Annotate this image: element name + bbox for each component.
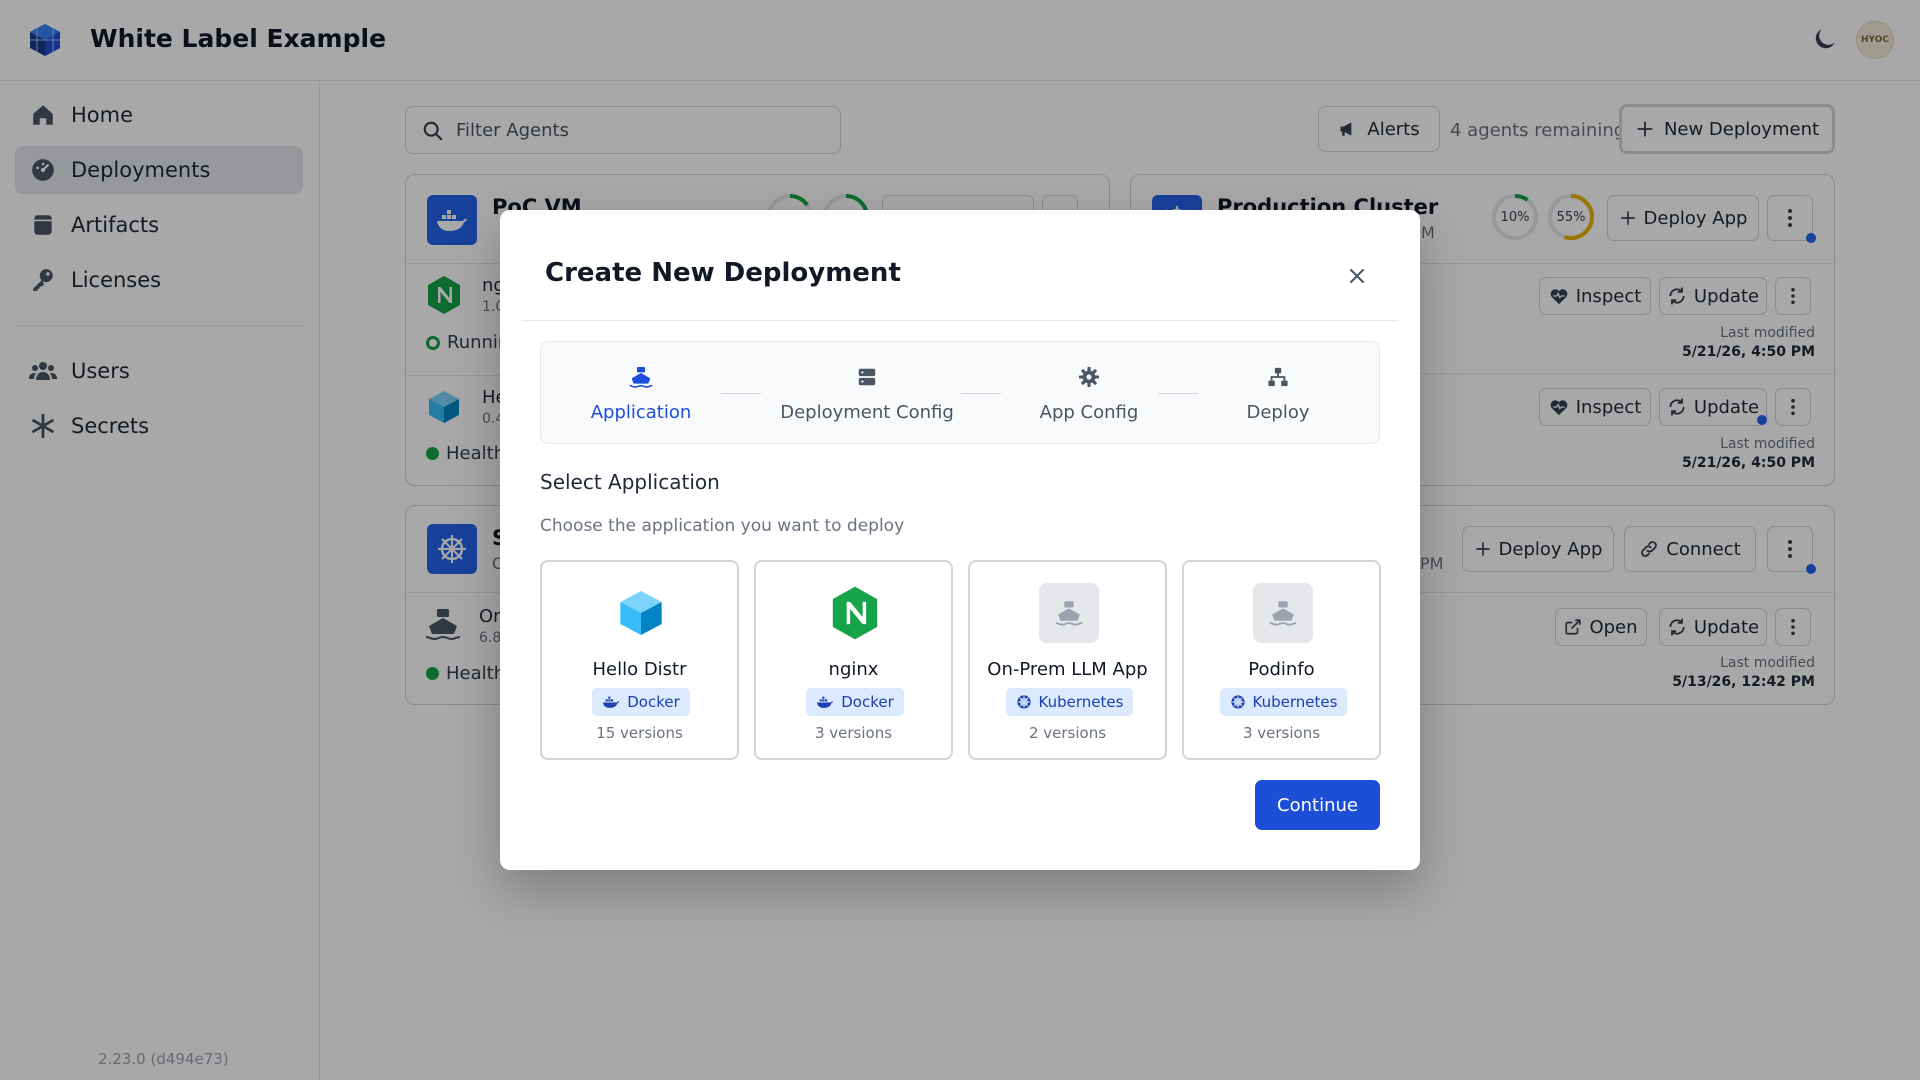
create-deployment-dialog: Create New Deployment Application Deploy…: [500, 210, 1420, 870]
app-type-badge: Docker: [806, 688, 904, 716]
step-label: Deploy: [1246, 402, 1310, 423]
continue-button[interactable]: Continue: [1255, 780, 1380, 830]
step-connector: [961, 393, 1001, 394]
dialog-divider: [522, 320, 1398, 321]
step-application[interactable]: Application: [571, 342, 711, 445]
app-name: Hello Distr: [592, 659, 687, 680]
ship-icon: [1039, 583, 1099, 643]
app-card-podinfo[interactable]: Podinfo Kubernetes 3 versions: [1182, 560, 1381, 760]
app-versions: 3 versions: [814, 724, 893, 742]
close-button[interactable]: [1343, 262, 1371, 290]
app-type-badge: Docker: [592, 688, 690, 716]
deployment-stepper: Application Deployment Config App Config…: [540, 341, 1380, 444]
app-type-label: Docker: [841, 693, 894, 711]
cube-icon: [611, 583, 671, 643]
kubernetes-icon: [1230, 695, 1245, 709]
network-icon: [1265, 364, 1291, 390]
ship-icon: [1253, 583, 1313, 643]
step-app-config[interactable]: App Config: [1004, 342, 1174, 445]
app-type-badge: Kubernetes: [1220, 688, 1347, 716]
app-versions: 2 versions: [1028, 724, 1107, 742]
step-connector: [1158, 393, 1198, 394]
kubernetes-icon: [1016, 695, 1031, 709]
step-label: App Config: [1039, 402, 1139, 423]
app-type-label: Docker: [627, 693, 680, 711]
app-name: Podinfo: [1248, 659, 1315, 680]
nginx-icon: [825, 583, 885, 643]
app-type-label: Kubernetes: [1038, 693, 1124, 711]
app-card-on-prem-llm-app[interactable]: On-Prem LLM App Kubernetes 2 versions: [968, 560, 1167, 760]
step-connector: [721, 393, 761, 394]
docker-icon: [603, 696, 620, 708]
step-label: Deployment Config: [780, 402, 954, 423]
ship-icon: [628, 364, 654, 390]
app-versions: 3 versions: [1242, 724, 1321, 742]
app-name: On-Prem LLM App: [987, 659, 1148, 680]
docker-icon: [817, 696, 834, 708]
app-type-badge: Kubernetes: [1006, 688, 1133, 716]
server-icon: [854, 364, 880, 390]
gear-icon: [1076, 364, 1102, 390]
dialog-title: Create New Deployment: [545, 258, 901, 288]
section-subtitle: Choose the application you want to deplo…: [540, 516, 905, 536]
app-versions: 15 versions: [596, 724, 683, 742]
app-card-nginx[interactable]: nginx Docker 3 versions: [754, 560, 953, 760]
step-deployment-config[interactable]: Deployment Config: [767, 342, 967, 445]
app-card-hello-distr[interactable]: Hello Distr Docker 15 versions: [540, 560, 739, 760]
app-type-label: Kubernetes: [1252, 693, 1338, 711]
section-title: Select Application: [540, 470, 720, 494]
close-icon: [1350, 269, 1364, 283]
app-name: nginx: [828, 659, 879, 680]
step-label: Application: [590, 402, 692, 423]
step-deploy[interactable]: Deploy: [1218, 342, 1338, 445]
